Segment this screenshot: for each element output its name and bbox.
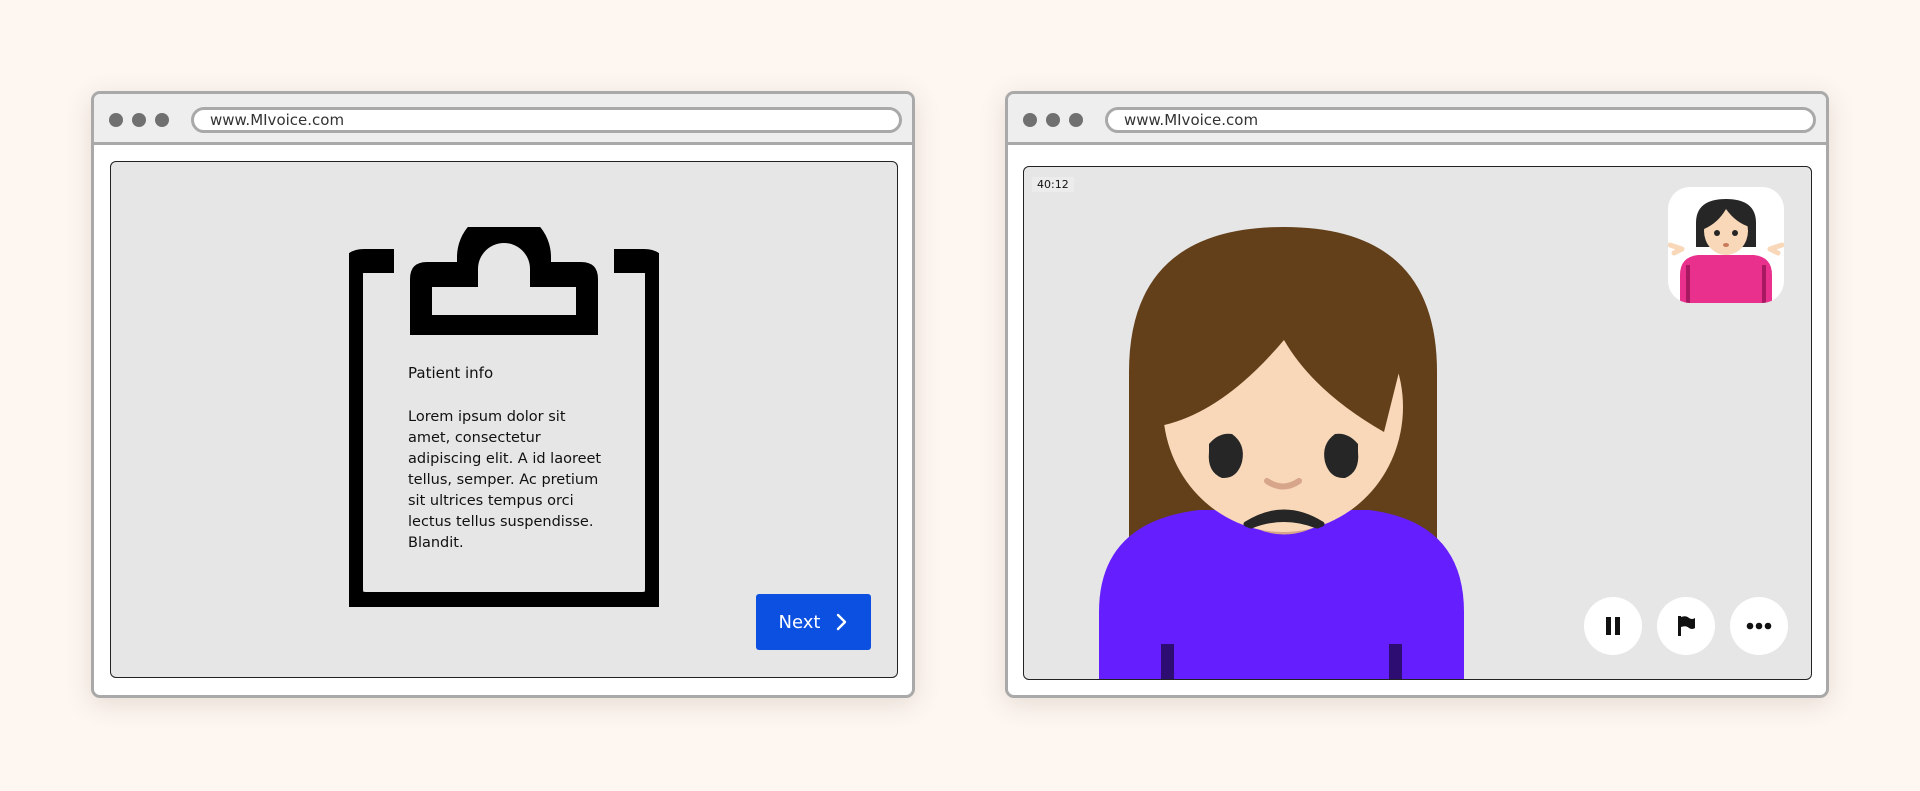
next-button-label: Next (778, 611, 821, 633)
more-button[interactable] (1730, 597, 1788, 655)
document-body: Lorem ipsum dolor sit amet, consectetur … (408, 409, 602, 551)
browser-toolbar: www.MIvoice.com (94, 94, 912, 145)
self-view[interactable] (1668, 187, 1784, 303)
window-maximize-dot[interactable] (1069, 113, 1083, 127)
flag-icon (1678, 616, 1695, 636)
window-maximize-dot[interactable] (155, 113, 169, 127)
address-bar[interactable]: www.MIvoice.com (1105, 107, 1816, 133)
document-title: Patient info (408, 364, 494, 382)
page-content: Patient info Lorem ipsum dolor sit amet,… (110, 161, 898, 678)
chevron-right-icon (837, 613, 847, 631)
pause-icon (1606, 617, 1620, 635)
browser-toolbar: www.MIvoice.com (1008, 94, 1826, 145)
window-close-dot[interactable] (109, 113, 123, 127)
browser-window-right: www.MIvoice.com 40:12 (1005, 91, 1829, 698)
flag-button[interactable] (1657, 597, 1715, 655)
browser-window-left: www.MIvoice.com Patient info Lorem ipsum… (91, 91, 915, 698)
call-timer: 40:12 (1032, 177, 1074, 192)
video-call-area: 40:12 (1023, 166, 1812, 680)
window-minimize-dot[interactable] (132, 113, 146, 127)
window-close-dot[interactable] (1023, 113, 1037, 127)
pause-button[interactable] (1584, 597, 1642, 655)
sad-woman-icon (1099, 227, 1464, 679)
window-minimize-dot[interactable] (1046, 113, 1060, 127)
person-shrugging-icon (1668, 199, 1784, 303)
next-button[interactable]: Next (756, 594, 871, 650)
address-bar[interactable]: www.MIvoice.com (191, 107, 902, 133)
more-icon (1746, 622, 1772, 630)
